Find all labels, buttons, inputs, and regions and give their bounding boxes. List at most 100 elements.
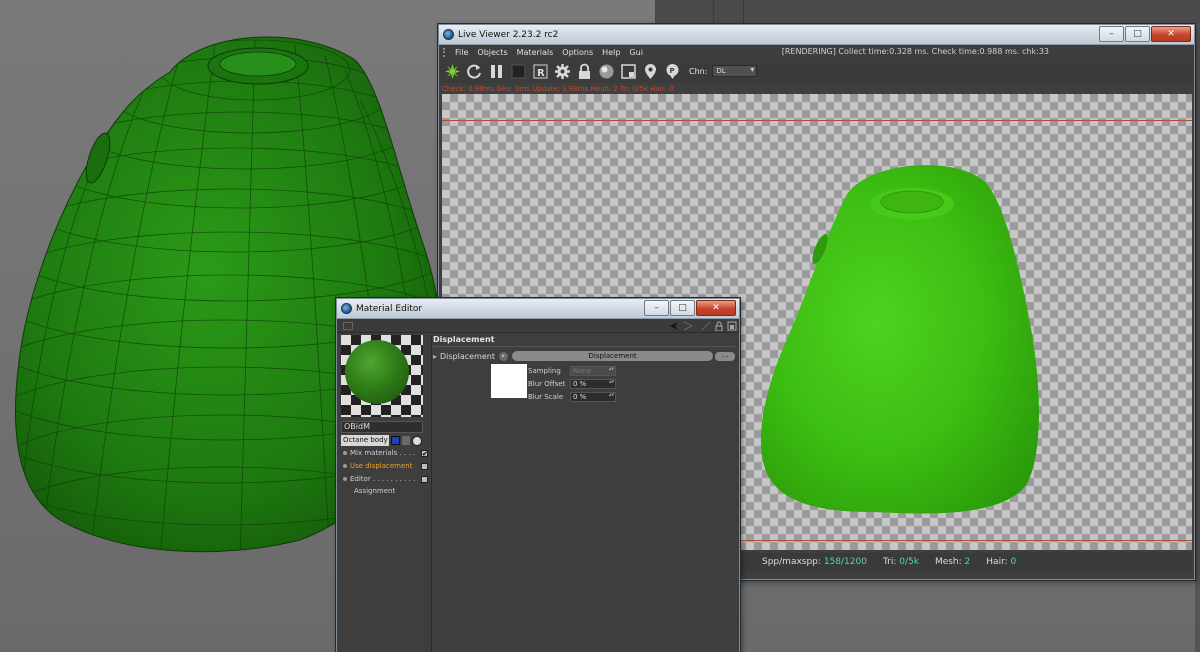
forward-arrow-icon[interactable] [683,321,693,331]
menu-help[interactable]: Help [602,48,620,57]
blur-scale-input[interactable]: 0 % [570,392,616,402]
channel-label: Editor . . . . . . . . . . [350,475,416,483]
hair-label: Hair: [986,557,1008,567]
sampling-select[interactable]: None [570,366,616,376]
toolbar-grip-icon [343,322,353,330]
channel-dot-icon [343,477,347,481]
material-editor-right-panel: Displacement ▸ Displacement ▸ Displaceme… [433,335,735,652]
mesh-value: 2 [964,557,971,567]
node-color-swatch[interactable] [391,436,400,445]
close-button[interactable]: ✕ [1151,26,1191,42]
material-preview[interactable] [341,335,423,417]
channel-label: Chn: [689,66,708,76]
channel-checkbox[interactable] [421,475,428,483]
stop-icon[interactable] [510,63,527,80]
blur-scale-label: Blur Scale [528,393,564,401]
hair-value: 0 [1010,557,1017,567]
displacement-shader-button[interactable]: Displacement [511,351,714,361]
menu-materials[interactable]: Materials [517,48,554,57]
refresh-icon[interactable] [466,63,483,80]
material-preview-sphere [345,340,409,404]
material-editor-left-panel: OBidM Octane body Mix materials . . . . … [341,335,428,652]
tri-value: 0/5k [899,557,919,567]
tri-stat: Tri: 0/5k [883,557,919,567]
mesh-label: Mesh: [934,557,962,567]
new-window-icon[interactable] [727,321,737,331]
frame-icon[interactable] [620,63,637,80]
tri-label: Tri: [882,557,897,567]
blur-offset-param: Blur Offset 0 % [528,379,616,389]
channel-checkbox[interactable]: ✔ [421,449,428,457]
cinema4d-app-icon [443,29,454,40]
node-type-row: Octane body [341,435,428,446]
displacement-label: Displacement [440,351,496,361]
node-menu-button[interactable] [402,436,410,445]
blur-offset-input[interactable]: 0 % [570,379,616,389]
channel-mix-materials[interactable]: Mix materials . . . . ✔ [341,447,428,459]
spp-label: Spp/maxspp: [762,557,821,567]
menubar-grip-icon [443,47,447,57]
minimize-button[interactable]: – [644,300,669,316]
live-viewer-toolbar: R P Chn: DL [439,59,1194,83]
render-status-text: [RENDERING] Collect time:0.328 ms. Check… [781,47,1049,56]
blur-offset-label: Blur Offset [528,380,566,388]
menu-objects[interactable]: Objects [477,48,507,57]
cinema4d-app-icon [341,303,352,314]
sampling-label: Sampling [528,367,561,375]
channel-dot-icon [343,451,347,455]
pin-icon[interactable] [642,63,659,80]
displacement-row: ▸ Displacement ▸ Displacement ... [433,351,735,361]
more-button[interactable]: ... [715,351,735,361]
lock-icon[interactable] [714,321,724,331]
octane-logo-icon[interactable] [444,63,461,80]
picker-icon[interactable] [412,435,422,446]
section-title: Displacement [433,335,495,344]
hair-stat: Hair: 0 [986,557,1016,567]
up-arrow-icon[interactable] [701,321,711,331]
channel-label: Mix materials . . . . [350,449,416,457]
menu-gui[interactable]: Gui [629,48,643,57]
spp-stat: Spp/maxspp: 158/1200 [762,557,867,567]
displacement-preview [491,364,527,398]
assignment-item[interactable]: Assignment [354,487,428,495]
channel-editor[interactable]: Editor . . . . . . . . . . [341,473,428,485]
expand-arrow-icon[interactable]: ▸ [433,352,437,361]
close-button[interactable]: ✕ [696,300,736,316]
mesh-stat: Mesh: 2 [935,557,970,567]
material-editor-title: Material Editor [356,303,423,314]
svg-text:R: R [537,68,545,79]
maximize-button[interactable]: □ [670,300,695,316]
menu-file[interactable]: File [455,48,468,57]
blur-scale-param: Blur Scale 0 % [528,392,616,402]
sampling-param: Sampling None [528,366,616,376]
settings-gear-icon[interactable] [554,63,571,80]
channel-checkbox[interactable] [421,462,428,470]
displacement-params: Sampling None Blur Offset 0 % Blur Scale… [433,364,735,404]
maximize-button[interactable]: □ [1125,26,1150,42]
material-editor-toolbar [337,319,739,333]
channel-dot-icon [343,464,347,468]
channel-select[interactable]: DL [712,65,758,77]
spp-value: 158/1200 [823,557,867,567]
live-viewer-titlebar[interactable]: Live Viewer 2.23.2 rc2 – □ ✕ [439,25,1194,45]
lock-icon[interactable] [576,63,593,80]
node-type-field[interactable]: Octane body [341,435,389,446]
channel-label: Use displacement [350,462,413,470]
svg-text:P: P [670,67,675,75]
section-divider [433,346,735,347]
material-editor-window[interactable]: Material Editor – □ ✕ OBidM Octane body … [336,298,740,652]
live-viewer-title: Live Viewer 2.23.2 rc2 [458,29,559,40]
displacement-options-button[interactable]: ▸ [499,351,508,361]
render-info-line: Check: 0.98ms Geo: 0ms Update: 3.88ms Me… [442,85,674,93]
menu-options[interactable]: Options [562,48,593,57]
material-editor-titlebar[interactable]: Material Editor – □ ✕ [337,299,739,319]
channel-use-displacement[interactable]: Use displacement [341,460,428,472]
pause-icon[interactable] [488,63,505,80]
panel-divider [431,335,432,652]
pin-filter-icon[interactable]: P [664,63,681,80]
minimize-button[interactable]: – [1099,26,1124,42]
region-r-icon[interactable]: R [532,63,549,80]
material-name-field[interactable]: OBidM [341,421,423,433]
material-ball-icon[interactable] [598,63,615,80]
back-arrow-icon[interactable] [669,321,679,331]
